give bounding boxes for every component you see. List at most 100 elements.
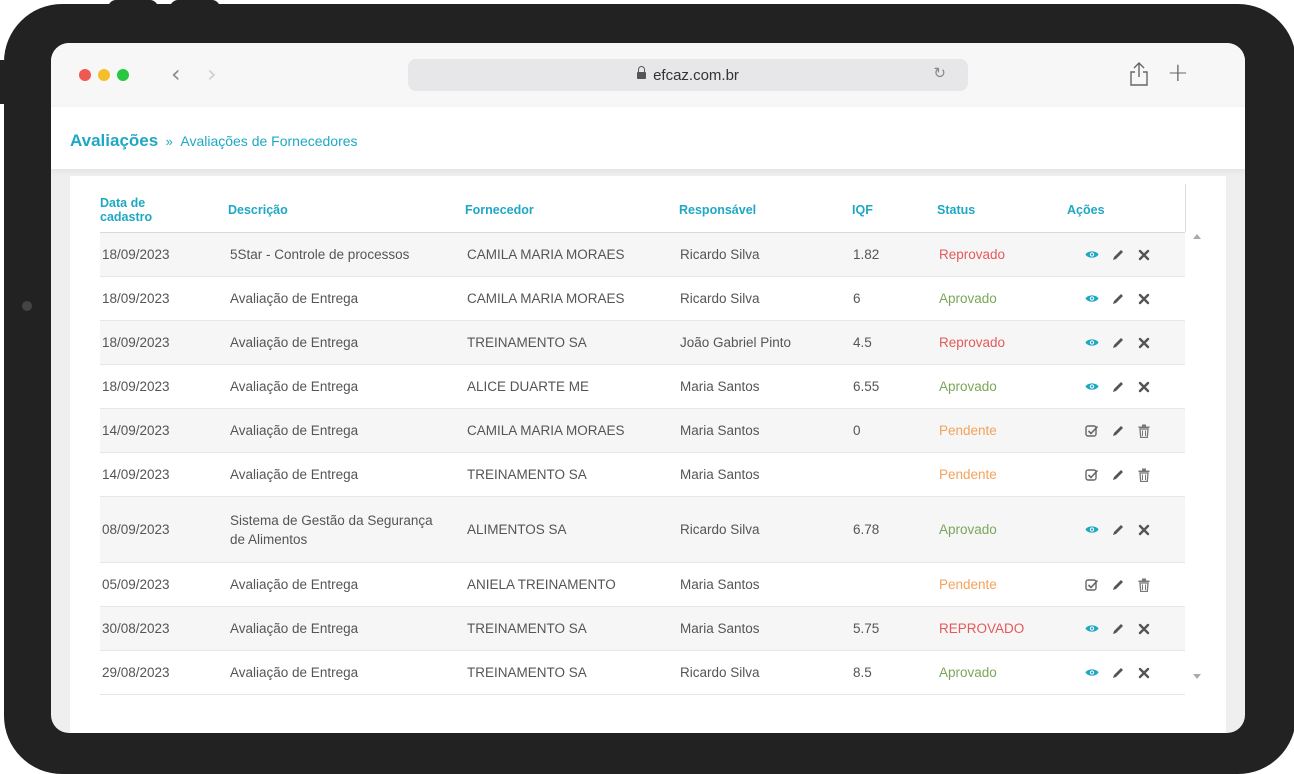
delete-x-icon[interactable] <box>1137 523 1151 537</box>
cell-description: Avaliação de Entrega <box>230 665 359 680</box>
cell-date: 30/08/2023 <box>102 621 170 636</box>
delete-x-icon[interactable] <box>1137 666 1151 680</box>
cell-date: 18/09/2023 <box>102 291 170 306</box>
view-eye-icon[interactable] <box>1085 622 1099 636</box>
cell-date: 14/09/2023 <box>102 423 170 438</box>
row-actions <box>1085 233 1151 276</box>
view-eye-icon[interactable] <box>1085 523 1099 537</box>
evaluate-check-icon[interactable] <box>1085 468 1099 482</box>
new-tab-icon[interactable]: + <box>1167 58 1189 88</box>
cell-supplier: TREINAMENTO SA <box>467 621 587 636</box>
cell-status: REPROVADO <box>939 621 1025 636</box>
header-responsible[interactable]: Responsável <box>679 188 756 232</box>
row-actions <box>1085 563 1151 606</box>
delete-x-icon[interactable] <box>1137 622 1151 636</box>
delete-x-icon[interactable] <box>1137 336 1151 350</box>
edit-pencil-icon[interactable] <box>1111 424 1125 438</box>
view-eye-icon[interactable] <box>1085 292 1099 306</box>
cell-description: Avaliação de Entrega <box>230 577 359 592</box>
table-row: 30/08/2023 Avaliação de Entrega TREINAMENT… <box>100 607 1185 651</box>
cell-description: Avaliação de Entrega <box>230 467 359 482</box>
edit-pencil-icon[interactable] <box>1111 468 1125 482</box>
share-icon[interactable] <box>1129 61 1149 87</box>
table-panel: Data de cadastro Descrição Fornecedor Re… <box>70 176 1226 733</box>
cell-responsible: Ricardo Silva <box>680 247 760 262</box>
cell-status: Reprovado <box>939 335 1006 350</box>
header-supplier[interactable]: Fornecedor <box>465 188 534 232</box>
cell-iqf: 6.78 <box>853 522 880 537</box>
edit-pencil-icon[interactable] <box>1111 622 1125 636</box>
row-actions <box>1085 453 1151 496</box>
window-minimize-dot[interactable] <box>98 69 110 81</box>
trash-icon[interactable] <box>1137 424 1151 438</box>
header-status[interactable]: Status <box>937 188 975 232</box>
row-actions <box>1085 365 1151 408</box>
edit-pencil-icon[interactable] <box>1111 248 1125 262</box>
browser-toolbar: ‹ › efcaz.com.br ↻ + <box>51 43 1245 107</box>
screen: ‹ › efcaz.com.br ↻ + Avaliações » Avalia… <box>51 43 1245 733</box>
scroll-up-icon[interactable] <box>1193 234 1201 239</box>
address-bar[interactable]: efcaz.com.br ↻ <box>408 59 968 91</box>
cell-status: Pendente <box>939 467 997 482</box>
cell-description: Avaliação de Entrega <box>230 291 359 306</box>
edit-pencil-icon[interactable] <box>1111 292 1125 306</box>
edit-pencil-icon[interactable] <box>1111 578 1125 592</box>
cell-date: 18/09/2023 <box>102 247 170 262</box>
view-eye-icon[interactable] <box>1085 666 1099 680</box>
breadcrumb-main[interactable]: Avaliações <box>70 131 158 150</box>
edit-pencil-icon[interactable] <box>1111 523 1125 537</box>
cell-iqf: 6.55 <box>853 379 880 394</box>
scroll-down-icon[interactable] <box>1193 674 1201 679</box>
cell-supplier: TREINAMENTO SA <box>467 665 587 680</box>
cell-status: Aprovado <box>939 379 997 394</box>
cell-responsible: Ricardo Silva <box>680 522 760 537</box>
forward-icon[interactable]: › <box>207 60 217 88</box>
page-header: Avaliações » Avaliações de Fornecedores <box>51 107 1245 169</box>
frame-button-top-2 <box>170 0 220 14</box>
back-icon[interactable]: ‹ <box>171 60 181 88</box>
delete-x-icon[interactable] <box>1137 248 1151 262</box>
cell-status: Aprovado <box>939 522 997 537</box>
table-row: 05/09/2023 Avaliação de Entrega ANIELA TRE… <box>100 563 1185 607</box>
window-close-dot[interactable] <box>79 69 91 81</box>
evaluate-check-icon[interactable] <box>1085 424 1099 438</box>
cell-responsible: João Gabriel Pinto <box>680 335 792 350</box>
cell-responsible: Ricardo Silva <box>680 291 760 306</box>
breadcrumb-separator: » <box>165 134 173 149</box>
edit-pencil-icon[interactable] <box>1111 666 1125 680</box>
cell-date: 08/09/2023 <box>102 522 170 537</box>
edit-pencil-icon[interactable] <box>1111 336 1125 350</box>
table-row: 18/09/2023 Avaliação de Entrega TREINAMENT… <box>100 321 1185 365</box>
view-eye-icon[interactable] <box>1085 380 1099 394</box>
frame-button-side <box>0 60 14 104</box>
lock-icon <box>637 66 647 79</box>
delete-x-icon[interactable] <box>1137 292 1151 306</box>
view-eye-icon[interactable] <box>1085 336 1099 350</box>
header-description[interactable]: Descrição <box>228 188 288 232</box>
view-eye-icon[interactable] <box>1085 248 1099 262</box>
cell-date: 18/09/2023 <box>102 335 170 350</box>
table-header: Data de cadastro Descrição Fornecedor Re… <box>100 188 1185 233</box>
table-row: 14/09/2023 Avaliação de Entrega CAMILA MAR… <box>100 409 1185 453</box>
table-scrollbar[interactable] <box>1190 234 1204 694</box>
table-row: 18/09/2023 Avaliação de Entrega CAMILA MAR… <box>100 277 1185 321</box>
trash-icon[interactable] <box>1137 578 1151 592</box>
reload-icon[interactable]: ↻ <box>933 64 946 82</box>
trash-icon[interactable] <box>1137 468 1151 482</box>
cell-iqf: 6 <box>853 291 861 306</box>
header-iqf[interactable]: IQF <box>852 188 873 232</box>
address-text-wrap: efcaz.com.br <box>408 66 968 84</box>
row-actions <box>1085 321 1151 364</box>
edit-pencil-icon[interactable] <box>1111 380 1125 394</box>
cell-responsible: Maria Santos <box>680 467 760 482</box>
cell-responsible: Maria Santos <box>680 577 760 592</box>
cell-description: Avaliação de Entrega <box>230 621 359 636</box>
delete-x-icon[interactable] <box>1137 380 1151 394</box>
cell-description: Avaliação de Entrega <box>230 423 359 438</box>
header-date[interactable]: Data de cadastro <box>100 188 170 232</box>
window-zoom-dot[interactable] <box>117 69 129 81</box>
cell-supplier: ALIMENTOS SA <box>467 522 567 537</box>
camera-dot <box>22 301 32 311</box>
evaluate-check-icon[interactable] <box>1085 578 1099 592</box>
table-row: 29/08/2023 Avaliação de Entrega TREINAMENT… <box>100 651 1185 695</box>
